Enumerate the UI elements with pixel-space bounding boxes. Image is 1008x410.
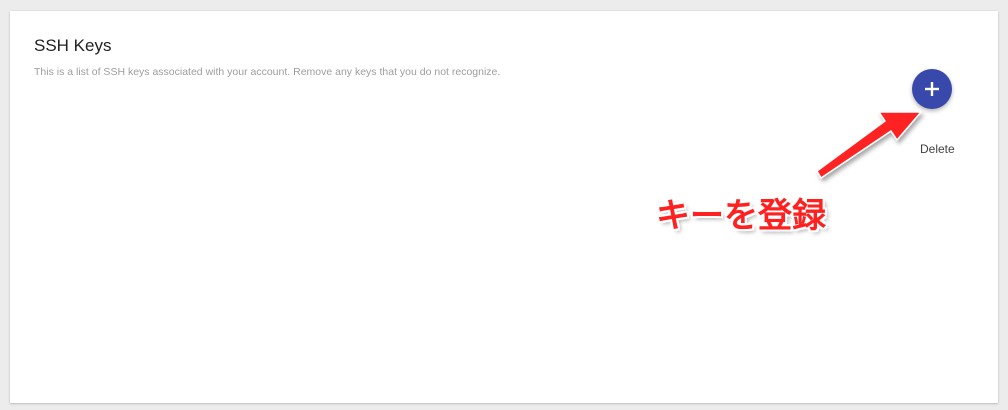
ssh-keys-card: SSH Keys This is a list of SSH keys asso… xyxy=(10,11,998,403)
delete-link[interactable]: Delete xyxy=(920,142,955,156)
add-ssh-key-button[interactable] xyxy=(912,69,952,109)
annotation-label: キーを登録 xyxy=(656,196,826,236)
card-title: SSH Keys xyxy=(34,36,112,55)
plus-icon xyxy=(925,82,939,96)
card-description: This is a list of SSH keys associated wi… xyxy=(34,66,501,78)
